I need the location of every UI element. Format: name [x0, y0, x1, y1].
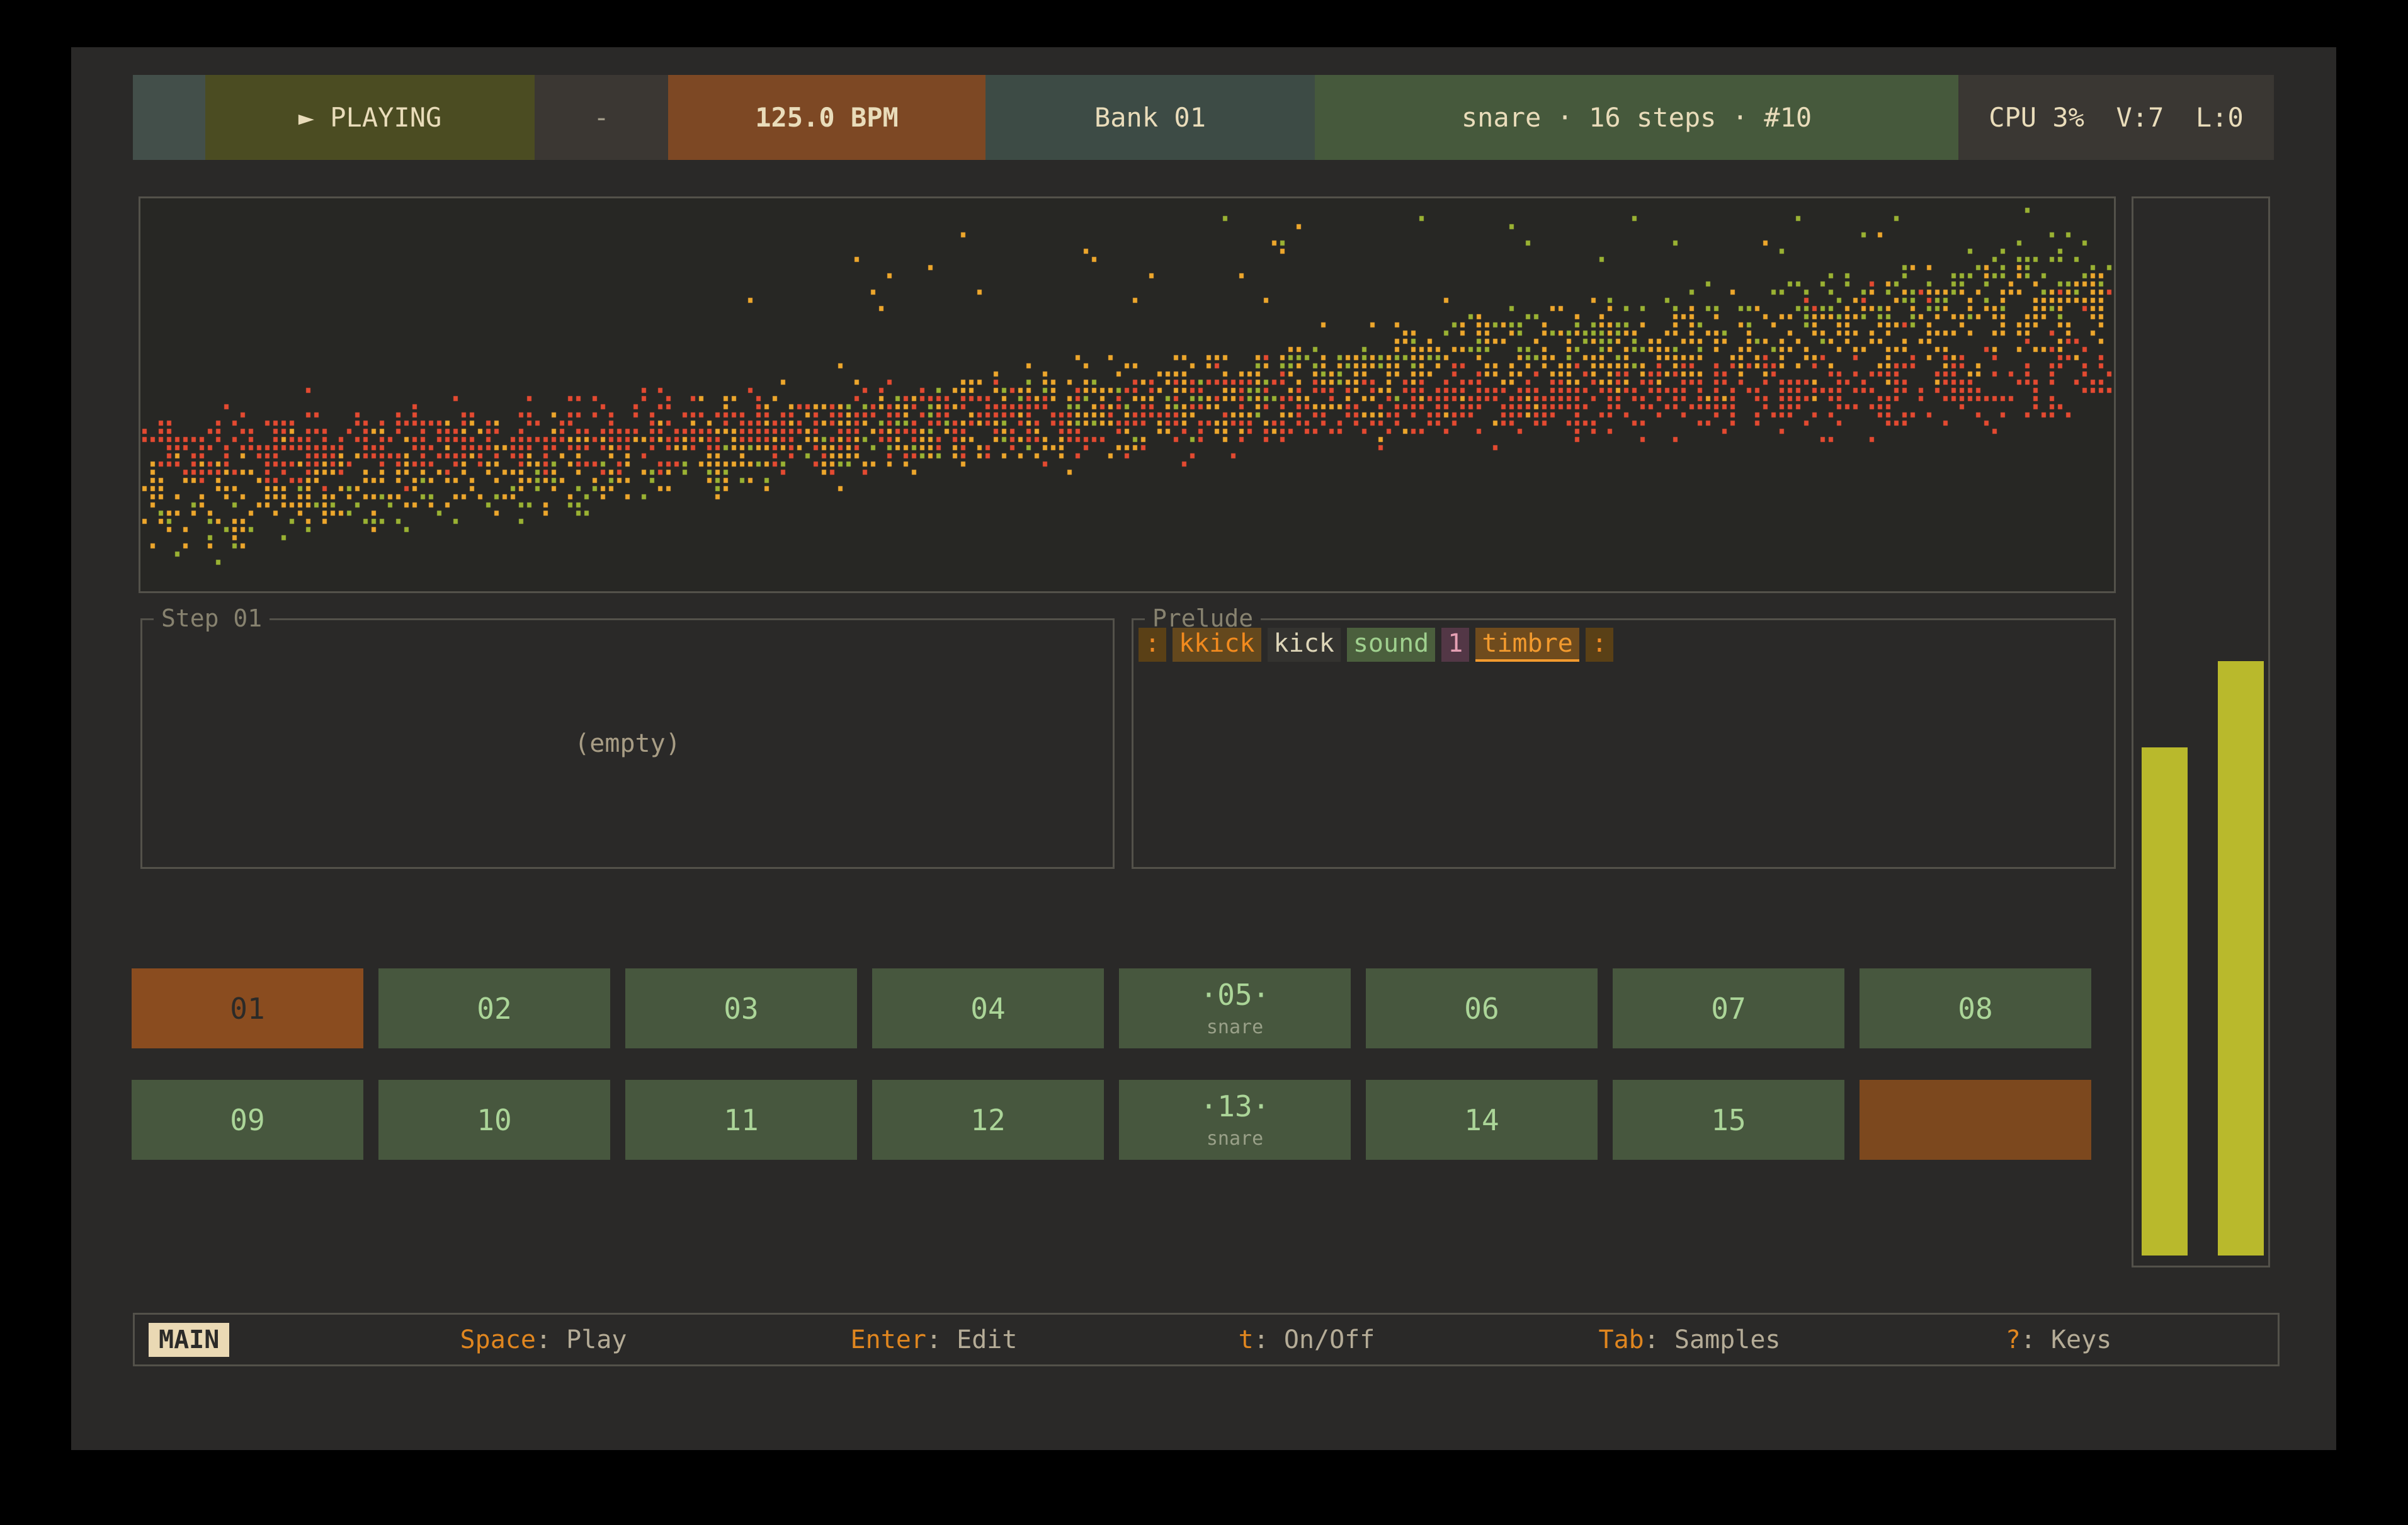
step-empty-label: (empty)	[574, 729, 681, 758]
shortcut-key: Tab	[1599, 1325, 1644, 1354]
prelude-token[interactable]: kick	[1268, 628, 1341, 662]
prelude-token[interactable]: :	[1139, 628, 1166, 662]
step-label: 14	[1464, 1106, 1499, 1135]
level-meters-panel	[2132, 196, 2270, 1267]
shortcut-key: t	[1239, 1325, 1254, 1354]
step-label: 11	[724, 1106, 758, 1135]
step-button-05[interactable]: ·05· snare	[1119, 968, 1351, 1048]
step-button-07[interactable]: 07	[1613, 968, 1844, 1048]
step-button-06[interactable]: 06	[1366, 968, 1598, 1048]
shortcut-desc: : Edit	[926, 1325, 1018, 1354]
step-grid: 01 02 03 04 ·05· snare 06 07 08 09 10 11 12 ·13· snare…	[132, 968, 2091, 1160]
shortcut-desc: : Play	[536, 1325, 627, 1354]
step-button-15[interactable]: 15	[1613, 1080, 1844, 1160]
app-window: ► PLAYING - 125.0 BPM Bank 01 snare · 16…	[71, 47, 2336, 1450]
step-label: 01	[230, 994, 264, 1023]
step-button-09[interactable]: 09	[132, 1080, 363, 1160]
shortcut-t: t: On/Off	[1239, 1325, 1375, 1354]
step-sample-label: snare	[1207, 1130, 1263, 1148]
step-label: 04	[970, 994, 1005, 1023]
shortcut-desc: : Keys	[2021, 1325, 2112, 1354]
bpm-display: 125.0 BPM	[668, 75, 985, 160]
prelude-code-line[interactable]: :kkickkicksound1timbre:	[1139, 628, 1613, 662]
shortcut-desc: : Samples	[1644, 1325, 1781, 1354]
top-bar: ► PLAYING - 125.0 BPM Bank 01 snare · 16…	[133, 75, 2274, 160]
shortcut-key: Enter	[851, 1325, 926, 1354]
shortcut-?: ?: Keys	[2006, 1325, 2112, 1354]
track-info-display: snare · 16 steps · #10	[1315, 75, 1958, 160]
pattern-visualizer-panel	[139, 196, 2116, 593]
prelude-token[interactable]: timbre	[1475, 628, 1579, 662]
step-label: 02	[477, 994, 511, 1023]
step-button-16[interactable]	[1860, 1080, 2091, 1160]
step-label: 03	[724, 994, 758, 1023]
system-stats-display: CPU 3% V:7 L:0	[1958, 75, 2274, 160]
level-meter-left	[2142, 747, 2188, 1256]
step-label: 07	[1711, 994, 1746, 1023]
step-label: 12	[970, 1106, 1005, 1135]
step-detail-panel: Step 01 (empty)	[140, 618, 1115, 869]
shortcut-key: ?	[2006, 1325, 2021, 1354]
level-meter-right	[2218, 661, 2264, 1256]
shortcut-enter: Enter: Edit	[851, 1325, 1018, 1354]
shortcut-tab: Tab: Samples	[1599, 1325, 1781, 1354]
step-label: ·05·	[1200, 980, 1270, 1009]
scatter-canvas	[140, 198, 2114, 591]
shortcut-space: Space: Play	[460, 1325, 627, 1354]
step-button-10[interactable]: 10	[378, 1080, 610, 1160]
step-label: ·13·	[1200, 1092, 1270, 1121]
shortcut-desc: : On/Off	[1254, 1325, 1375, 1354]
step-label: 08	[1958, 994, 1992, 1023]
step-button-14[interactable]: 14	[1366, 1080, 1598, 1160]
step-label: 10	[477, 1106, 511, 1135]
prelude-token[interactable]: 1	[1441, 628, 1469, 662]
topbar-spacer	[133, 75, 205, 160]
step-button-08[interactable]: 08	[1860, 968, 2091, 1048]
topbar-divider: -	[535, 75, 668, 160]
step-button-13[interactable]: ·13· snare	[1119, 1080, 1351, 1160]
step-button-11[interactable]: 11	[625, 1080, 857, 1160]
step-button-12[interactable]: 12	[872, 1080, 1104, 1160]
step-panel-title: Step 01	[154, 603, 270, 633]
shortcut-list: Space: Play Enter: Edit t: On/Off Tab: Samp…	[135, 1315, 2278, 1364]
step-button-01[interactable]: 01	[132, 968, 363, 1048]
step-button-04[interactable]: 04	[872, 968, 1104, 1048]
bank-display: Bank 01	[985, 75, 1315, 160]
step-label: 15	[1711, 1106, 1746, 1135]
prelude-panel: Prelude :kkickkicksound1timbre:	[1132, 618, 2116, 869]
step-button-03[interactable]: 03	[625, 968, 857, 1048]
shortcut-key: Space	[460, 1325, 536, 1354]
step-sample-label: snare	[1207, 1018, 1263, 1037]
prelude-token[interactable]: :	[1586, 628, 1613, 662]
step-button-02[interactable]: 02	[378, 968, 610, 1048]
prelude-token[interactable]: kkick	[1173, 628, 1261, 662]
step-label: 06	[1464, 994, 1499, 1023]
bottom-bar: MAIN Space: PlayEnter: Editt: On/OffTab:…	[133, 1313, 2280, 1366]
prelude-token[interactable]: sound	[1347, 628, 1435, 662]
transport-status: ► PLAYING	[205, 75, 535, 160]
step-label: 09	[230, 1106, 264, 1135]
